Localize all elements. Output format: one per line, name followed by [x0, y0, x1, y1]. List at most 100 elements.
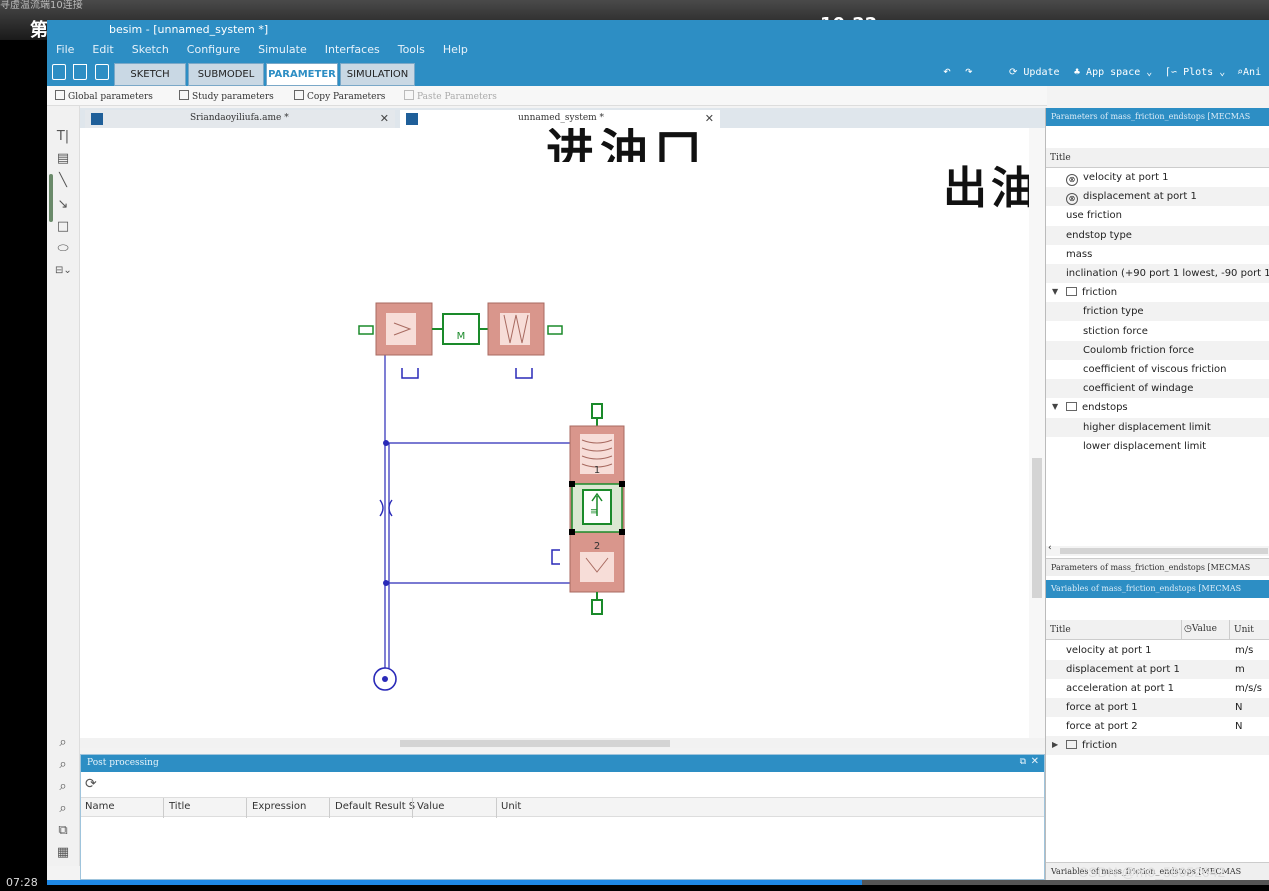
variable-row[interactable]: velocity at port 1 m/s [1046, 641, 1269, 660]
text-tool-icon[interactable]: T| [55, 130, 71, 144]
scroll-thumb[interactable] [1032, 458, 1042, 598]
parameter-row[interactable]: friction type [1046, 302, 1269, 322]
column-value[interactable]: Value [417, 801, 444, 812]
parameters-panel-footer[interactable]: Parameters of mass_friction_endstops [ME… [1046, 558, 1269, 576]
parameter-row[interactable]: stiction force [1046, 322, 1269, 341]
close-icon[interactable]: ✕ [380, 110, 389, 127]
tab-parameter[interactable]: PARAMETER [266, 63, 338, 86]
parameter-row[interactable]: inclination (+90 port 1 lowest, -90 port… [1046, 264, 1269, 283]
column-value[interactable]: ◷Value [1184, 624, 1217, 634]
zoom-out-icon[interactable]: ⌕ [55, 758, 71, 772]
parameter-row[interactable]: Coulomb friction force [1046, 340, 1269, 360]
document-tab-bar: Sriandaoyiliufa.ame * ✕ unnamed_system *… [80, 108, 1045, 128]
menu-help[interactable]: Help [434, 40, 477, 56]
image-tool-icon[interactable]: ▤ [55, 152, 71, 166]
zoom-area-icon[interactable]: ⌕ [55, 802, 71, 816]
expand-toggle-icon[interactable]: ▶ [1052, 740, 1058, 749]
close-icon[interactable]: ✕ [1031, 756, 1039, 767]
menu-tools[interactable]: Tools [389, 40, 434, 56]
column-unit[interactable]: Unit [501, 801, 521, 812]
study-parameters-button[interactable]: Study parameters [179, 90, 274, 102]
document-tab[interactable]: Sriandaoyiliufa.ame * ✕ [85, 110, 395, 128]
expand-toggle-icon[interactable]: ▼ [1052, 402, 1058, 411]
plots-button[interactable]: ⌈∽ Plots ⌄ [1165, 67, 1225, 78]
parameter-row[interactable]: coefficient of windage [1046, 379, 1269, 399]
parameter-row[interactable]: mass [1046, 245, 1269, 264]
sketch-settings-icon[interactable]: ▦ [55, 846, 71, 860]
orifice-symbol[interactable] [379, 499, 393, 517]
spring-component-top-right[interactable] [487, 302, 563, 379]
close-icon[interactable]: ✕ [705, 110, 714, 127]
copy-parameters-button[interactable]: Copy Parameters [294, 90, 385, 102]
mass-component-top[interactable]: M [432, 313, 488, 345]
scroll-thumb[interactable] [400, 740, 670, 747]
variable-row[interactable]: acceleration at port 1 m/s/s [1046, 679, 1269, 698]
column-title[interactable]: Title [1050, 153, 1071, 163]
menu-interfaces[interactable]: Interfaces [316, 40, 389, 56]
redo-icon[interactable]: ↷ [965, 64, 973, 79]
column-title[interactable]: Title [169, 801, 190, 812]
paste-parameters-button[interactable]: Paste Parameters [404, 90, 497, 102]
layout-tool-icon[interactable]: ⊟⌄ [55, 264, 72, 278]
open-folder-icon[interactable] [73, 64, 87, 80]
variable-row[interactable]: force at port 1 N [1046, 698, 1269, 717]
parameters-column-header: Title [1046, 148, 1269, 168]
column-expression[interactable]: Expression [252, 801, 306, 812]
copy-sketch-icon[interactable]: ⧉ [55, 824, 71, 838]
menu-edit[interactable]: Edit [83, 40, 122, 56]
parameter-row[interactable]: coefficient of viscous friction [1046, 360, 1269, 379]
junction-node[interactable] [383, 580, 389, 586]
line-tool-icon[interactable]: ╲ [55, 174, 71, 188]
undo-icon[interactable]: ↶ [943, 64, 951, 79]
ellipse-tool-icon[interactable]: ⬭ [55, 242, 71, 256]
update-button[interactable]: ⟳ Update [1009, 67, 1060, 78]
parameter-row[interactable]: lower displacement limit [1046, 437, 1269, 456]
parameter-row[interactable]: higher displacement limit [1046, 417, 1269, 437]
zoom-in-icon[interactable]: ⌕ [55, 736, 71, 750]
parameter-label: Coulomb friction force [1083, 344, 1195, 356]
column-default-result[interactable]: Default Result S [335, 801, 415, 812]
parameters-horizontal-scrollbar[interactable]: ‹ [1046, 543, 1269, 556]
refresh-icon[interactable]: ⟳ [85, 776, 97, 792]
restore-icon[interactable]: ⧉ [1020, 757, 1026, 767]
column-name[interactable]: Name [85, 801, 115, 812]
menu-file[interactable]: File [47, 40, 83, 56]
expand-toggle-icon[interactable]: ▼ [1052, 287, 1058, 296]
sketch-canvas[interactable]: 进油口 出油 M 1 ≡ 2 [80, 128, 1045, 744]
scroll-thumb[interactable] [1060, 548, 1268, 554]
junction-node[interactable] [383, 440, 389, 446]
column-title[interactable]: Title [1050, 625, 1071, 635]
tab-sketch[interactable]: SKETCH [114, 63, 186, 86]
menu-sketch[interactable]: Sketch [123, 40, 178, 56]
parameter-row[interactable]: endstop type [1046, 225, 1269, 245]
zoom-fit-icon[interactable]: ⌕ [55, 780, 71, 794]
parameter-row[interactable]: ▼ friction [1046, 283, 1269, 302]
app-space-button[interactable]: ♣ App space ⌄ [1074, 67, 1152, 78]
save-icon[interactable] [95, 64, 109, 80]
document-tab-active[interactable]: unnamed_system * ✕ [400, 110, 720, 128]
variable-row[interactable]: displacement at port 1 m [1046, 660, 1269, 679]
variable-row[interactable]: ▶ friction [1046, 736, 1269, 755]
tab-simulation[interactable]: SIMULATION [340, 63, 415, 86]
menu-configure[interactable]: Configure [178, 40, 249, 56]
column-unit[interactable]: Unit [1234, 625, 1254, 635]
new-file-icon[interactable] [52, 64, 66, 80]
variable-label: acceleration at port 1 [1066, 683, 1175, 694]
parameter-row[interactable]: ⊗ displacement at port 1 [1046, 187, 1269, 207]
animation-button[interactable]: ⌕Ani [1237, 67, 1261, 78]
canvas-vertical-scrollbar[interactable] [1029, 128, 1045, 740]
variable-row[interactable]: force at port 2 N [1046, 717, 1269, 736]
variable-label: velocity at port 1 [1066, 645, 1152, 656]
menu-simulate[interactable]: Simulate [249, 40, 316, 56]
chevron-left-icon[interactable]: ‹ [1048, 543, 1052, 553]
parameter-row[interactable]: ⊗ velocity at port 1 [1046, 168, 1269, 187]
arrow-tool-icon[interactable]: ↘ [55, 198, 71, 212]
valve-component-top-left[interactable] [358, 302, 433, 379]
pressure-source[interactable] [373, 667, 397, 691]
parameter-row[interactable]: use friction [1046, 206, 1269, 225]
tab-submodel[interactable]: SUBMODEL [188, 63, 264, 86]
rectangle-tool-icon[interactable]: □ [55, 220, 71, 234]
canvas-horizontal-scrollbar[interactable] [80, 738, 1045, 748]
parameter-row[interactable]: ▼ endstops [1046, 398, 1269, 417]
global-parameters-button[interactable]: Global parameters [55, 90, 153, 102]
